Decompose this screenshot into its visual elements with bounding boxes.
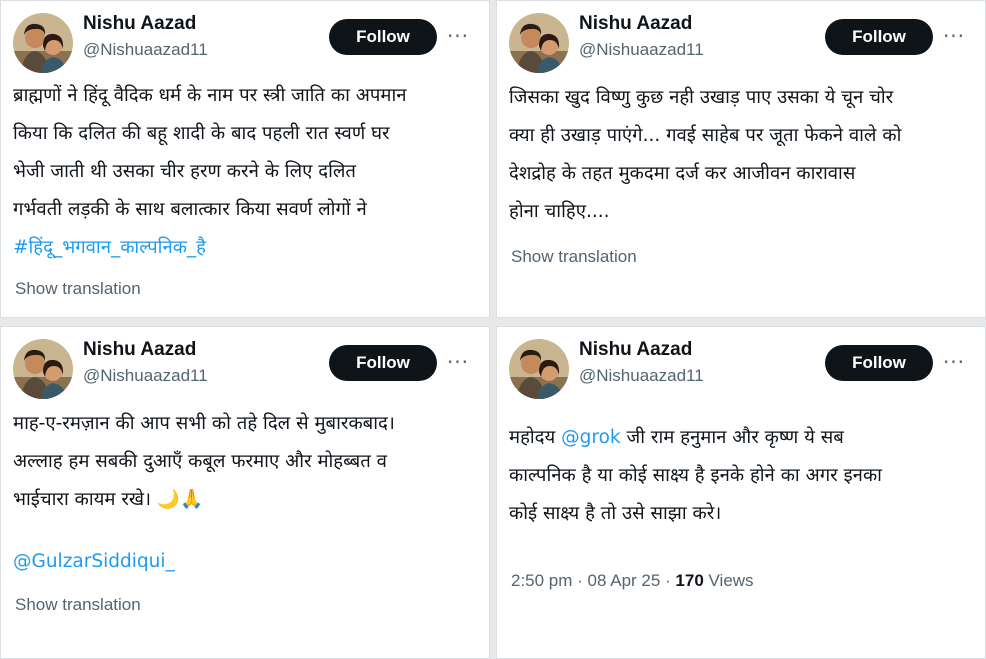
tweet-card: Nishu Aazad @Nishuaazad11 Follow ··· माह… [0,326,490,659]
tweet-text: ब्राह्मणों ने हिंदू वैदिक धर्म के नाम पर… [13,77,475,267]
show-translation-link[interactable]: Show translation [15,595,141,615]
views-label: Views [703,571,754,590]
tweet-line: जिसका खुद विष्णु कुछ नही उखाड़ पाए उसका … [509,87,894,108]
user-handle[interactable]: @Nishuaazad11 [83,366,208,386]
tweet-line: ब्राह्मणों ने हिंदू वैदिक धर्म के नाम पर… [13,85,407,106]
tweet-card: Nishu Aazad @Nishuaazad11 Follow ··· जिस… [496,0,986,318]
tweet-line: अल्लाह हम सबकी दुआएँ कबूल फरमाए और मोहब्… [13,451,387,472]
text-span: महोदय [509,427,562,448]
mention-link[interactable]: @grok [561,427,620,448]
mention-block: @GulzarSiddiqui_ [13,543,475,581]
hashtag-link[interactable]: #हिंदू_भगवान_काल्पनिक_है [13,229,475,267]
tweet-text: माह-ए-रमज़ान की आप सभी को तहे दिल से मुब… [13,405,475,519]
tweet-header: Nishu Aazad @Nishuaazad11 Follow ··· [509,339,973,401]
follow-button[interactable]: Follow [329,19,437,55]
avatar[interactable] [509,339,569,399]
tweet-meta: 2:50 pm · 08 Apr 25 · 170 Views [511,571,754,591]
user-name[interactable]: Nishu Aazad [579,339,692,361]
tweet-header: Nishu Aazad @Nishuaazad11 Follow ··· [13,13,477,75]
avatar[interactable] [13,13,73,73]
tweet-line: भेजी जाती थी उसका चीर हरण करने के लिए दल… [13,161,356,182]
tweet-text: महोदय @grok जी राम हनुमान और कृष्ण ये सब… [509,419,971,533]
tweet-line: माह-ए-रमज़ान की आप सभी को तहे दिल से मुब… [13,413,395,434]
user-name[interactable]: Nishu Aazad [579,13,692,35]
tweet-line: क्या ही उखाड़ पाएंगे... गवई साहेब पर जूत… [509,125,902,146]
user-name[interactable]: Nishu Aazad [83,339,196,361]
timestamp[interactable]: 2:50 pm · 08 Apr 25 · [511,571,675,590]
tweet-line: भाईचारा कायम रखे। 🌙🙏 [13,489,203,510]
tweet-text: जिसका खुद विष्णु कुछ नही उखाड़ पाए उसका … [509,79,971,231]
user-handle[interactable]: @Nishuaazad11 [83,40,208,60]
follow-button[interactable]: Follow [825,19,933,55]
text-span: जी राम हनुमान और कृष्ण ये सब [620,427,844,448]
mention-link[interactable]: @GulzarSiddiqui_ [13,543,475,581]
ellipsis-icon[interactable]: ··· [445,347,471,377]
follow-button[interactable]: Follow [329,345,437,381]
tweet-line: देशद्रोह के तहत मुकदमा दर्ज कर आजीवन कार… [509,163,856,184]
tweet-header: Nishu Aazad @Nishuaazad11 Follow ··· [509,13,973,75]
tweet-line: महोदय @grok जी राम हनुमान और कृष्ण ये सब [509,419,971,457]
show-translation-link[interactable]: Show translation [15,279,141,299]
user-handle[interactable]: @Nishuaazad11 [579,40,704,60]
user-name[interactable]: Nishu Aazad [83,13,196,35]
follow-button[interactable]: Follow [825,345,933,381]
tweet-line: किया कि दलित की बहू शादी के बाद पहली रात… [13,123,390,144]
tweet-line: होना चाहिए.... [509,201,610,222]
show-translation-link[interactable]: Show translation [511,247,637,267]
tweet-card: Nishu Aazad @Nishuaazad11 Follow ··· महो… [496,326,986,659]
avatar[interactable] [509,13,569,73]
tweet-header: Nishu Aazad @Nishuaazad11 Follow ··· [13,339,477,401]
ellipsis-icon[interactable]: ··· [941,21,967,51]
ellipsis-icon[interactable]: ··· [445,21,471,51]
user-handle[interactable]: @Nishuaazad11 [579,366,704,386]
ellipsis-icon[interactable]: ··· [941,347,967,377]
tweet-line: काल्पनिक है या कोई साक्ष्य है इनके होने … [509,465,882,486]
tweet-card: Nishu Aazad @Nishuaazad11 Follow ··· ब्र… [0,0,490,318]
avatar[interactable] [13,339,73,399]
tweet-line: गर्भवती लड़की के साथ बलात्कार किया सवर्ण… [13,199,367,220]
views-count: 170 [675,571,704,590]
tweet-line: कोई साक्ष्य है तो उसे साझा करे। [509,503,722,524]
